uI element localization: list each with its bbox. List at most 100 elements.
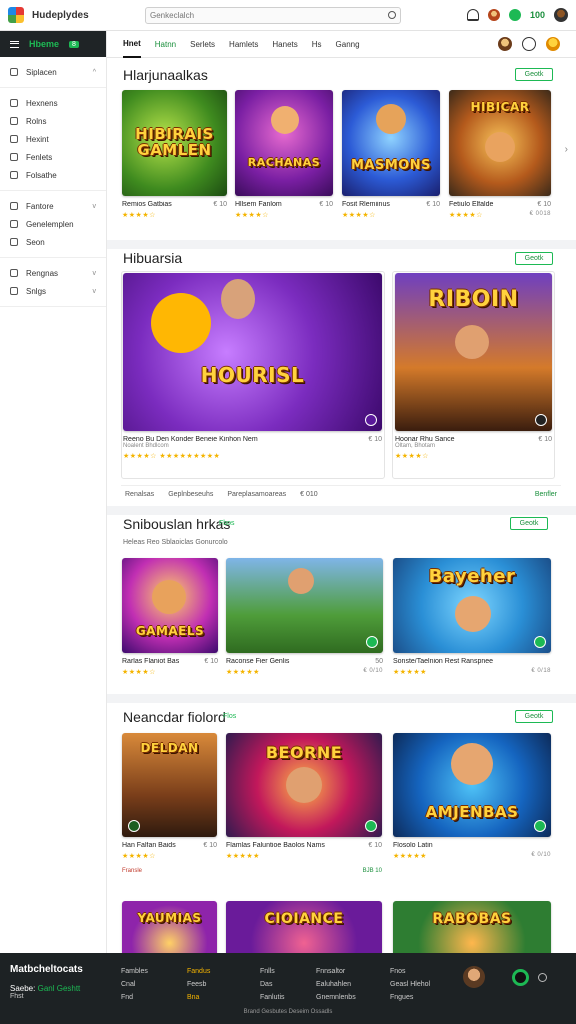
game-thumbnail[interactable]: DELDAN	[122, 733, 217, 837]
game-title[interactable]: Remios Gatbias	[122, 201, 172, 208]
featured-game-card[interactable]: HOURISL Reeno Bu Den Konder Beneie Kinho…	[123, 273, 382, 460]
chevron-down-icon[interactable]: v	[93, 203, 97, 210]
game-title[interactable]: Rarlas Flaniot Bas	[122, 658, 179, 665]
tab-serlets[interactable]: Serlets	[190, 32, 215, 57]
footer-link[interactable]: Gnemnlenbs	[316, 991, 356, 1004]
footer-tagline-link[interactable]: Ganl Geshtt	[38, 984, 81, 993]
game-card[interactable]: MASMONS Fosit Rlemiinus € 10 ★★★★☆	[342, 90, 440, 219]
search-box[interactable]	[145, 6, 401, 24]
section-pill[interactable]: Fbos	[219, 520, 235, 527]
chevron-up-icon[interactable]: ^	[93, 69, 96, 76]
bell-icon[interactable]	[466, 9, 479, 21]
game-card[interactable]: GAMAELS Rarlas Flaniot Bas € 10 ★★★★☆	[122, 558, 218, 676]
controller-icon[interactable]	[522, 37, 536, 51]
game-thumbnail[interactable]: CIOIANCE	[226, 901, 382, 961]
game-thumbnail[interactable]: BEORNE	[226, 733, 382, 837]
tab-hanets[interactable]: Hanets	[272, 32, 297, 57]
game-thumbnail[interactable]	[226, 558, 383, 653]
tab-ganng[interactable]: Ganng	[336, 32, 360, 57]
see-all-button[interactable]: Geotk	[515, 710, 553, 723]
sidebar-item-fenlets[interactable]: Fenlets	[0, 148, 106, 166]
sidebar-item-genelemplen[interactable]: Genelemplen	[0, 215, 106, 233]
section-pill[interactable]: Flos	[223, 713, 236, 720]
tab-hs[interactable]: Hs	[312, 32, 322, 57]
footer-link[interactable]: Das	[260, 978, 285, 991]
footer-link[interactable]: Fanlutis	[260, 991, 285, 1004]
game-title[interactable]: Hoonar Rhu Sance	[395, 436, 455, 443]
game-card[interactable]: YAUMIAS	[122, 901, 217, 961]
game-thumbnail[interactable]: GAMAELS	[122, 558, 218, 653]
footer-link[interactable]: Geasl Hlehol	[390, 978, 430, 991]
footer-link[interactable]: Fnd	[121, 991, 148, 1004]
game-card[interactable]: HIBICAR Fetiulo Elfalde € 10 ★★★★☆ € 0018	[449, 90, 551, 219]
filter-chip[interactable]: Geplnbeseuhs	[168, 491, 213, 498]
footer-link[interactable]: Fambles	[121, 965, 148, 978]
sidebar-home-row[interactable]: Hbeme 8	[0, 31, 106, 57]
brand-name[interactable]: Hudeplydes	[32, 10, 117, 21]
game-thumbnail[interactable]: HIBIRAIS GAMLEN	[122, 90, 227, 196]
sidebar-item-hexint[interactable]: Hexint	[0, 130, 106, 148]
game-thumbnail[interactable]: RACHANAS	[235, 90, 333, 196]
footer-avatar[interactable]	[463, 966, 485, 988]
user-avatar[interactable]	[554, 8, 568, 22]
friend-avatar-icon[interactable]	[498, 37, 512, 51]
footer-link[interactable]: Bna	[187, 991, 210, 1004]
game-card[interactable]: Bayeher Sonste/Taelnion Rest Ranspnee ★★…	[393, 558, 551, 676]
chevron-right-icon[interactable]: ›	[565, 144, 568, 155]
game-title[interactable]: Raconse Fier Genlis	[226, 658, 289, 665]
trophy-icon[interactable]	[546, 37, 560, 51]
filter-more-link[interactable]: Benfler	[535, 491, 557, 498]
tab-hamlets[interactable]: Hamlets	[229, 32, 258, 57]
menu-icon[interactable]	[10, 40, 19, 48]
filter-chip[interactable]: Pareplasamoareas	[227, 491, 286, 498]
sidebar-home-label[interactable]: Hbeme	[29, 39, 59, 49]
search-input[interactable]	[150, 10, 388, 20]
game-thumbnail[interactable]: AMJENBAS	[393, 733, 551, 837]
game-card[interactable]: RACHANAS Hllsem Fanlom € 10 ★★★★☆	[235, 90, 333, 219]
footer-link[interactable]: Fnlls	[260, 965, 285, 978]
game-thumbnail[interactable]: HOURISL	[123, 273, 382, 431]
game-thumbnail[interactable]: RABOBAS	[393, 901, 551, 961]
footer-link[interactable]: Fnos	[390, 965, 430, 978]
tab-hnet[interactable]: Hnet	[123, 31, 141, 58]
filter-chip[interactable]: Renalsas	[125, 491, 154, 498]
sidebar-item-siplacen[interactable]: Siplacen ^	[0, 63, 106, 81]
footer-link[interactable]: Fnnsaltor	[316, 965, 356, 978]
game-card[interactable]: BEORNE Flamlas Faluntioe Baolos Nams € 10…	[226, 733, 382, 874]
sidebar-item-folsathe[interactable]: Folsathe	[0, 166, 106, 184]
game-thumbnail[interactable]: YAUMIAS	[122, 901, 217, 961]
footer-link[interactable]: Feesb	[187, 978, 210, 991]
tab-hatnn[interactable]: Hatnn	[155, 32, 176, 57]
footer-link[interactable]: Ealuhahlen	[316, 978, 356, 991]
footer-link[interactable]: Fandus	[187, 965, 210, 978]
game-title[interactable]: Fosit Rlemiinus	[342, 201, 390, 208]
game-card[interactable]: CIOIANCE	[226, 901, 382, 961]
chevron-down-icon[interactable]: v	[93, 288, 97, 295]
footer-link[interactable]: Cnal	[121, 978, 148, 991]
profile-small-icon[interactable]	[487, 9, 500, 21]
game-title[interactable]: Han Falfan Baids	[122, 842, 176, 849]
featured-game-card[interactable]: RIBOIN Hoonar Rhu Sance € 10 Oltam, Bhota…	[395, 273, 552, 460]
game-thumbnail[interactable]: MASMONS	[342, 90, 440, 196]
sidebar-item-rolns[interactable]: Rolns	[0, 112, 106, 130]
sidebar-item-fantore[interactable]: Fantore v	[0, 197, 106, 215]
see-all-button[interactable]: Geotk	[510, 517, 548, 530]
game-title[interactable]: Reeno Bu Den Konder Beneie Kinhon Nem	[123, 436, 258, 443]
game-card[interactable]: AMJENBAS Flosolo Latin ★★★★★ € 0/10	[393, 733, 551, 860]
sidebar-item-seon[interactable]: Seon	[0, 233, 106, 251]
app-logo-icon[interactable]	[8, 7, 24, 23]
game-title[interactable]: Sonste/Taelnion Rest Ranspnee	[393, 658, 493, 665]
game-thumbnail[interactable]: Bayeher	[393, 558, 551, 653]
game-card[interactable]: DELDAN Han Falfan Baids € 10 ★★★★☆ Fransl…	[122, 733, 217, 874]
sidebar-item-snlgs[interactable]: Snlgs v	[0, 282, 106, 300]
see-all-button[interactable]: Geotk	[515, 252, 553, 265]
game-card[interactable]: RABOBAS	[393, 901, 551, 961]
game-card[interactable]: HIBIRAIS GAMLEN Remios Gatbias € 10 ★★★★☆	[122, 90, 227, 219]
game-thumbnail[interactable]: HIBICAR	[449, 90, 551, 196]
footer-app-icon[interactable]	[512, 969, 529, 986]
footer-settings-icon[interactable]	[538, 973, 547, 982]
game-thumbnail[interactable]: RIBOIN	[395, 273, 552, 431]
sidebar-item-hexnens[interactable]: Hexnens	[0, 94, 106, 112]
chevron-down-icon[interactable]: v	[93, 270, 97, 277]
game-card[interactable]: Raconse Fier Genlis 50 ★★★★★ € 0/10	[226, 558, 383, 676]
